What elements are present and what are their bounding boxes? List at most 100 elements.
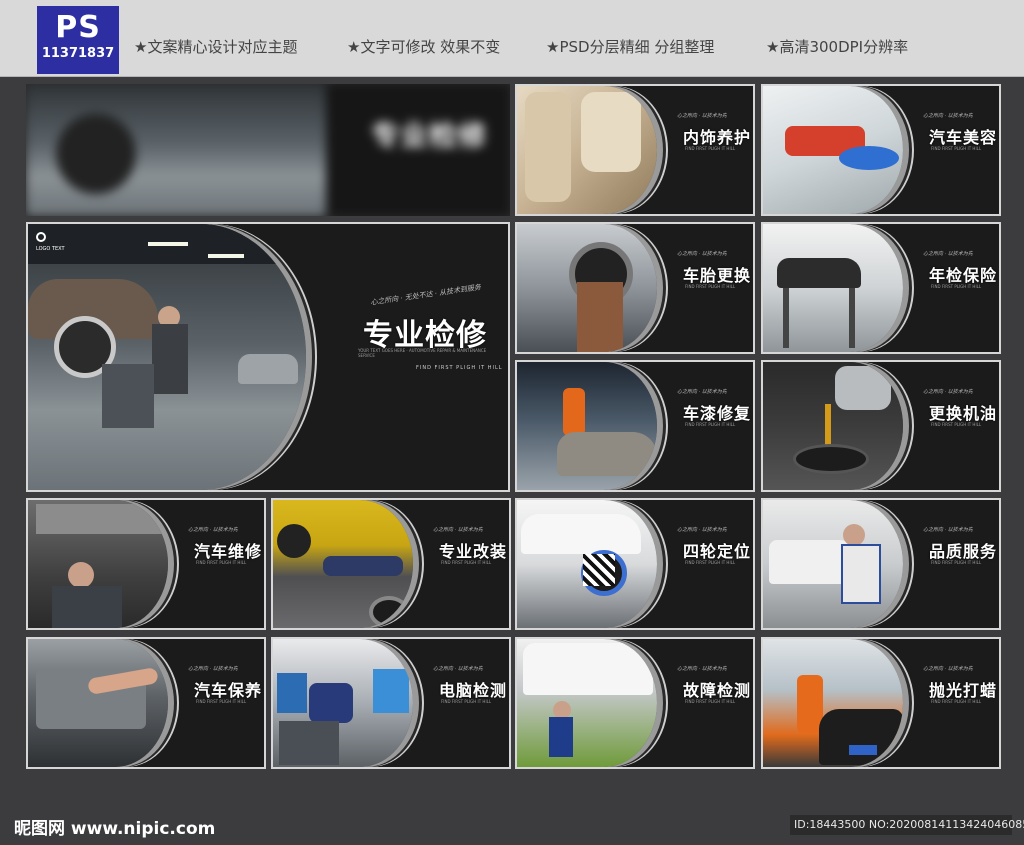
card-sub: FIND FIRST PLIGH IT HILL [931, 284, 982, 289]
card-title: 汽车维修 [194, 542, 263, 561]
card-polish-photo [763, 639, 903, 767]
card-title: 车胎更换 [683, 266, 752, 285]
card-sub: FIND FIRST PLIGH IT HILL [685, 560, 736, 565]
lifted-car [777, 258, 861, 288]
cover-title: 专业检修 [371, 119, 488, 152]
card-slogan: 心之所向 · 以技术为先 [433, 666, 483, 672]
card-slogan: 心之所向 · 以技术为先 [677, 389, 727, 395]
hero-subtitle: FIND FIRST PLIGH IT HILL [416, 365, 503, 371]
card-sub: FIND FIRST PLIGH IT HILL [931, 422, 982, 427]
card-sub: FIND FIRST PLIGH IT HILL [685, 146, 736, 151]
undercarriage [36, 504, 166, 534]
hero-tool-cart [102, 364, 154, 428]
card-paint-repair: 心之所向 · 以技术为先 车漆修复 FIND FIRST PLIGH IT HI… [515, 360, 755, 492]
card-sub: FIND FIRST PLIGH IT HILL [931, 146, 982, 151]
mechanic-body [549, 717, 573, 757]
monitor-right [373, 669, 409, 713]
card-slogan: 心之所向 · 以技术为先 [433, 527, 483, 533]
card-title: 更换机油 [929, 404, 998, 423]
card-sub: FIND FIRST PLIGH IT HILL [441, 560, 492, 565]
ps-id: 11371837 [41, 46, 115, 61]
card-fault-diagnosis: 心之所向 · 以技术为先 故障检测 FIND FIRST PLIGH IT HI… [515, 637, 755, 769]
card-oil-change: 心之所向 · 以技术为先 更换机油 FIND FIRST PLIGH IT HI… [761, 360, 1001, 492]
lying-mechanic [323, 556, 403, 576]
license-plate [849, 745, 877, 755]
card-title: 汽车美容 [929, 128, 998, 147]
card-sub: FIND FIRST PLIGH IT HILL [685, 284, 736, 289]
ps-logo: PS [55, 10, 101, 45]
card-beauty-photo [763, 86, 903, 214]
card-title: 故障检测 [683, 681, 752, 700]
card-maintenance-photo [28, 639, 168, 767]
oil-cap [793, 444, 869, 474]
hero-slogan: 心之所向 · 无处不达 · 从技术到服务 [369, 283, 482, 307]
card-sub: FIND FIRST PLIGH IT HILL [685, 699, 736, 704]
yellow-car-wheel [277, 524, 311, 558]
hero-logo-text: LOGO TEXT [36, 246, 65, 252]
alignment-target [583, 554, 615, 586]
card-slogan: 心之所向 · 以技术为先 [188, 666, 238, 672]
card-title: 车漆修复 [683, 404, 752, 423]
hero-light-1 [148, 242, 188, 246]
lift-pole-1 [783, 288, 789, 348]
hero-card: LOGO TEXT 心之所向 · 无处不达 · 从技术到服务 专业检修 YOUR… [26, 222, 510, 492]
card-modification-photo [273, 500, 413, 628]
card-slogan: 心之所向 · 以技术为先 [188, 527, 238, 533]
card-title: 专业改装 [439, 542, 508, 561]
painter-shape [563, 388, 585, 436]
card-sub: FIND FIRST PLIGH IT HILL [685, 422, 736, 427]
card-interior-care: 心之所向 · 以技术为先 内饰养护 FIND FIRST PLIGH IT HI… [515, 84, 755, 216]
white-car [521, 514, 641, 554]
card-sub: FIND FIRST PLIGH IT HILL [196, 699, 247, 704]
polisher-pad [839, 146, 899, 170]
card-title: 内饰养护 [683, 128, 752, 147]
card-slogan: 心之所向 · 以技术为先 [677, 251, 727, 257]
cover-card-blurred: 专业检修 [26, 84, 510, 216]
lifted-white-car [523, 643, 653, 695]
card-modification: 心之所向 · 以技术为先 专业改装 FIND FIRST PLIGH IT HI… [271, 498, 511, 630]
card-maintenance: 心之所向 · 以技术为先 汽车保养 FIND FIRST PLIGH IT HI… [26, 637, 266, 769]
card-title: 抛光打蜡 [929, 681, 998, 700]
card-slogan: 心之所向 · 以技术为先 [923, 666, 973, 672]
mechanic-body [52, 586, 122, 628]
card-alignment-photo [517, 500, 657, 628]
card-slogan: 心之所向 · 以技术为先 [677, 113, 727, 119]
card-inspection-photo [763, 224, 903, 352]
card-paint-photo [517, 362, 657, 490]
card-sub: FIND FIRST PLIGH IT HILL [931, 560, 982, 565]
card-computer-photo [273, 639, 413, 767]
card-wheel-alignment: 心之所向 · 以技术为先 四轮定位 FIND FIRST PLIGH IT HI… [515, 498, 755, 630]
card-slogan: 心之所向 · 以技术为先 [923, 527, 973, 533]
monitor-left [277, 673, 307, 713]
card-slogan: 心之所向 · 以技术为先 [677, 527, 727, 533]
black-car [819, 709, 903, 765]
card-slogan: 心之所向 · 以技术为先 [923, 113, 973, 119]
card-computer-diagnostics: 心之所向 · 以技术为先 电脑检测 FIND FIRST PLIGH IT HI… [271, 637, 511, 769]
mechanic-shape [577, 282, 623, 352]
nipic-watermark: 昵图网 www.nipic.com [14, 819, 216, 839]
seat-shape-2 [581, 92, 641, 172]
painted-car [557, 432, 657, 476]
hero-light-2 [208, 254, 244, 258]
seat-shape-1 [525, 92, 571, 202]
hero-photo [28, 224, 306, 490]
hero-mechanic-body [152, 324, 188, 394]
card-tire-photo [517, 224, 657, 352]
hero-logo-icon [36, 232, 46, 242]
cover-wheel-shape [56, 114, 136, 194]
card-title: 汽车保养 [194, 681, 263, 700]
lift-pole-2 [849, 288, 855, 348]
card-oil-photo [763, 362, 903, 490]
hero-bg-car [238, 354, 298, 384]
image-id-label: ID:18443500 NO:20200814113424046085 [790, 815, 1024, 835]
card-service-photo [763, 500, 903, 628]
card-tire-change: 心之所向 · 以技术为先 车胎更换 FIND FIRST PLIGH IT HI… [515, 222, 755, 354]
card-interior-photo [517, 86, 657, 214]
feature-psd-layers: ★PSD分层精细 分组整理 [546, 38, 715, 56]
cover-blur-layer: 专业检修 [26, 84, 510, 216]
top-banner: PS 11371837 ★文案精心设计对应主题 ★文字可修改 效果不变 ★PSD… [0, 0, 1024, 77]
feature-copywriting: ★文案精心设计对应主题 [134, 38, 298, 56]
card-car-repair: 心之所向 · 以技术为先 汽车维修 FIND FIRST PLIGH IT HI… [26, 498, 266, 630]
technician-body [841, 544, 881, 604]
feature-editable-text: ★文字可修改 效果不变 [347, 38, 501, 56]
